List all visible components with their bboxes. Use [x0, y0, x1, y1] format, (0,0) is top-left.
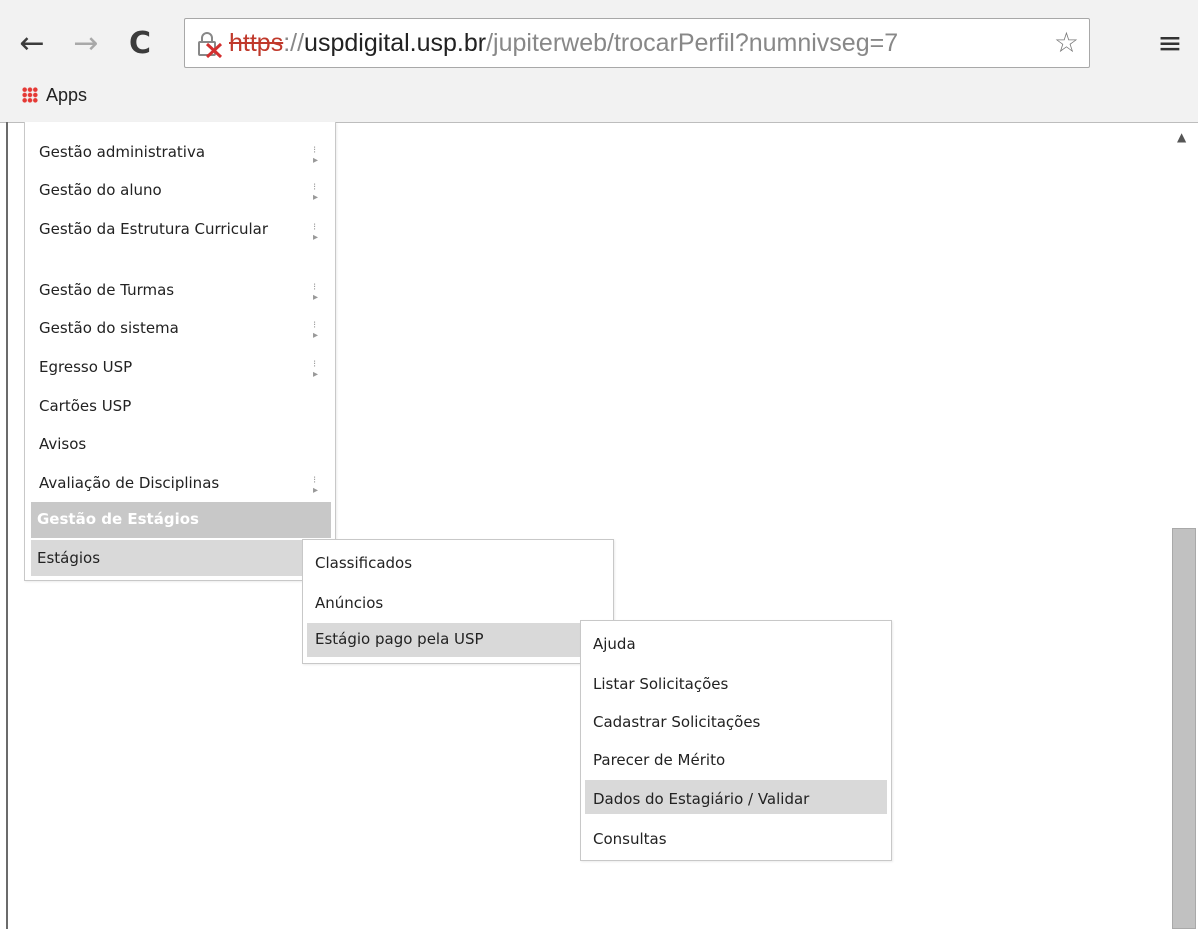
section-header-label: Gestão de Estágios [37, 510, 199, 528]
page-border [6, 122, 8, 929]
forward-icon[interactable]: → [70, 24, 102, 64]
submenu-arrow-icon: ⁝▸ [313, 145, 319, 166]
url-path: /jupiterweb/trocarPerfil?numnivseg=7 [486, 29, 899, 57]
reload-icon[interactable]: C [124, 24, 156, 64]
submenu-item-estagio-pago[interactable]: Estágio pago pela USP [307, 623, 609, 657]
scrollbar-thumb[interactable] [1172, 528, 1196, 929]
url-host: uspdigital.usp.br [304, 29, 487, 57]
apps-grid-icon [22, 87, 38, 103]
submenu-item-estagio-pago-label: Estágio pago pela USP [315, 630, 484, 648]
submenu-item-consultas[interactable]: Consultas [593, 830, 667, 849]
menu-item-egresso-usp[interactable]: Egresso USP [39, 358, 132, 377]
submenu-item-classificados[interactable]: Classificados [315, 554, 412, 573]
menu-item-gestao-administrativa[interactable]: Gestão administrativa [39, 143, 205, 162]
submenu-item-parecer-merito[interactable]: Parecer de Mérito [593, 751, 725, 770]
submenu-item-listar-solicitacoes[interactable]: Listar Solicitações [593, 675, 728, 694]
menu-item-gestao-do-aluno[interactable]: Gestão do aluno [39, 181, 162, 200]
bookmark-apps-label: Apps [46, 85, 88, 105]
scroll-up-arrow-icon[interactable]: ▲ [1177, 131, 1186, 143]
bookmark-star-icon[interactable]: ☆ [1054, 27, 1079, 59]
vertical-scrollbar[interactable]: ▲ [1171, 123, 1198, 929]
submenu-item-dados-estagiario-label: Dados do Estagiário / Validar [593, 790, 810, 808]
url-separator: :// [283, 29, 305, 57]
submenu-item-dados-estagiario[interactable]: Dados do Estagiário / Validar [585, 780, 887, 814]
menu-item-gestao-do-sistema[interactable]: Gestão do sistema [39, 319, 179, 338]
menu-item-avisos[interactable]: Avisos [39, 435, 86, 454]
address-bar[interactable]: https://uspdigital.usp.br/jupiterweb/tro… [184, 18, 1090, 68]
submenu-arrow-icon: ⁝▸ [313, 182, 319, 203]
menu-item-avaliacao-disciplinas[interactable]: Avaliação de Disciplinas [39, 474, 219, 493]
submenu-item-anuncios[interactable]: Anúncios [315, 594, 383, 613]
submenu-arrow-icon: ⁝▸ [313, 222, 319, 243]
submenu-item-cadastrar-solicitacoes[interactable]: Cadastrar Solicitações [593, 713, 760, 732]
menu-item-estagios-label: Estágios [37, 549, 101, 567]
submenu-arrow-icon: ⁝▸ [313, 359, 319, 380]
menu-item-gestao-estrutura-curricular[interactable]: Gestão da Estrutura Curricular [39, 220, 269, 239]
submenu-estagio-pago: Ajuda Listar Solicitações Cadastrar Soli… [580, 620, 892, 861]
menu-item-cartoes-usp[interactable]: Cartões USP [39, 397, 131, 416]
menu-item-gestao-de-turmas[interactable]: Gestão de Turmas [39, 281, 174, 300]
submenu-item-ajuda[interactable]: Ajuda [593, 635, 636, 654]
bookmark-apps[interactable]: Apps [22, 82, 87, 108]
back-icon[interactable]: ← [16, 24, 48, 64]
menu-item-estagios[interactable]: Estágios [31, 540, 331, 576]
submenu-arrow-icon: ⁝▸ [313, 282, 319, 303]
submenu-arrow-icon: ⁝▸ [313, 475, 319, 496]
submenu-arrow-icon: ⁝▸ [313, 320, 319, 341]
submenu-estagios: Classificados Anúncios Estágio pago pela… [302, 539, 614, 664]
hamburger-menu-icon[interactable]: ≡ [1156, 24, 1184, 64]
url-text: https://uspdigital.usp.br/jupiterweb/tro… [229, 19, 898, 67]
broken-lock-icon [198, 32, 223, 58]
menu-section-header: Gestão de Estágios [31, 502, 331, 538]
url-scheme: https [229, 29, 284, 57]
main-menu: Gestão administrativa ⁝▸ Gestão do aluno… [24, 122, 336, 581]
browser-chrome: ← → C https://uspdigital.usp.br/jupiterw… [0, 0, 1198, 123]
